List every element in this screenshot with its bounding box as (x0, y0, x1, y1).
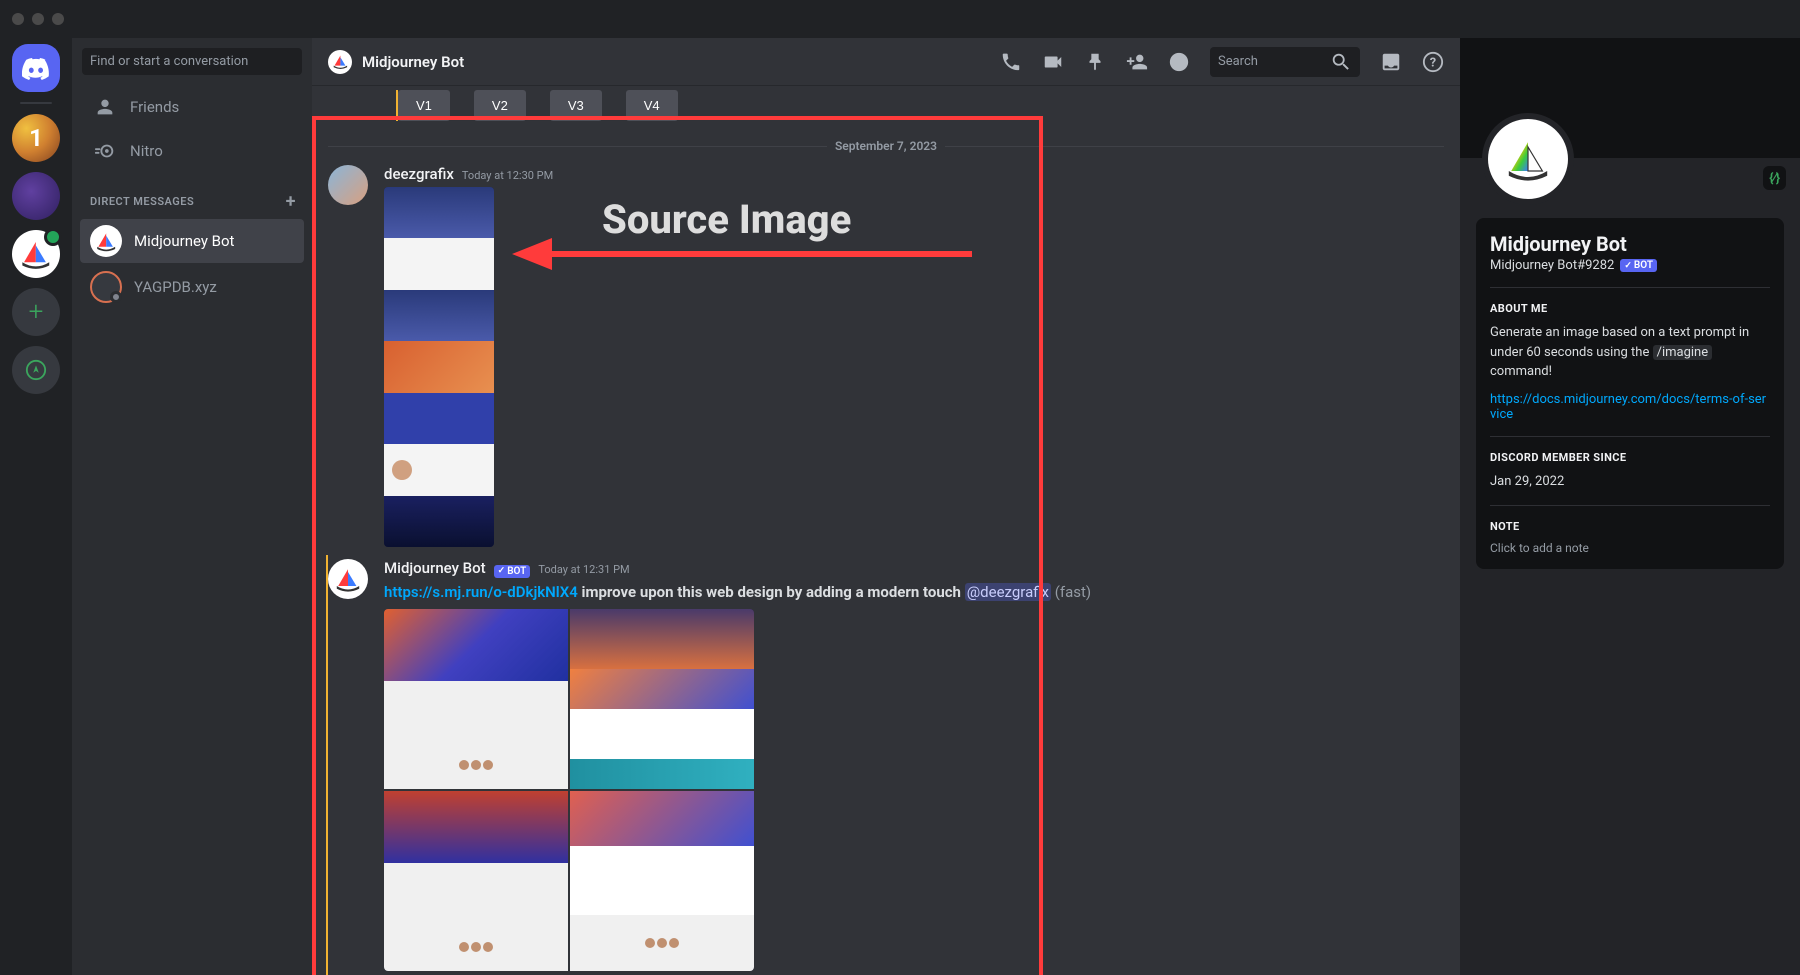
message-timestamp: Today at 12:30 PM (462, 169, 553, 182)
voice-badge-icon (44, 228, 62, 246)
svg-text:?: ? (1430, 55, 1436, 70)
message-author[interactable]: Midjourney Bot (384, 559, 486, 577)
server-item-2[interactable] (12, 172, 60, 220)
dm-item-yagpdb[interactable]: YAGPDB.xyz (80, 265, 304, 309)
dm-header-label: DIRECT MESSAGES (90, 195, 194, 208)
attachment-image[interactable] (384, 187, 494, 547)
message-mention[interactable]: @deezgrafix (965, 583, 1051, 601)
search-placeholder: Search (1218, 54, 1258, 69)
message-user: deezgrafix Today at 12:30 PM (328, 161, 1444, 555)
nitro-icon (94, 140, 116, 162)
nitro-nav[interactable]: Nitro (80, 130, 304, 172)
nav-label: Nitro (130, 142, 163, 160)
friends-nav[interactable]: Friends (80, 86, 304, 128)
dm-sidebar: Find or start a conversation Friends Nit… (72, 38, 312, 975)
profile-icon[interactable] (1168, 51, 1190, 73)
about-text: Generate an image based on a text prompt… (1490, 323, 1770, 382)
profile-badge[interactable]: {∕} (1763, 166, 1786, 190)
profile-card: Midjourney Bot Midjourney Bot#9282 BOT A… (1476, 218, 1784, 569)
server-item-3[interactable] (12, 230, 60, 278)
window-titlebar (0, 0, 1800, 38)
profile-avatar[interactable] (1482, 113, 1574, 205)
message-bold-text: improve upon this web design by adding a… (578, 583, 961, 601)
dm-label: YAGPDB.xyz (134, 278, 217, 296)
message-search-input[interactable]: Search (1210, 47, 1360, 77)
message-suffix: (fast) (1051, 583, 1091, 601)
user-avatar[interactable] (328, 165, 368, 205)
add-friend-icon[interactable] (1126, 51, 1148, 73)
nav-label: Friends (130, 98, 179, 116)
date-divider: September 7, 2023 (328, 139, 1444, 153)
status-dot-icon (110, 291, 122, 303)
video-icon[interactable] (1042, 51, 1064, 73)
call-icon[interactable] (1000, 51, 1022, 73)
compass-icon (25, 359, 47, 381)
command-chip: /imagine (1653, 345, 1713, 360)
traffic-zoom[interactable] (52, 13, 64, 25)
member-since-date: Jan 29, 2022 (1490, 472, 1770, 492)
rail-divider (20, 102, 52, 104)
help-icon[interactable]: ? (1422, 51, 1444, 73)
server-item-1[interactable]: 1 (12, 114, 60, 162)
note-input[interactable]: Click to add a note (1490, 541, 1770, 555)
dm-avatar (90, 225, 122, 257)
note-header: NOTE (1490, 520, 1770, 533)
message-link[interactable]: https://s.mj.run/o-dDkjkNlX4 (384, 583, 578, 601)
traffic-minimize[interactable] (32, 13, 44, 25)
inbox-icon[interactable] (1380, 51, 1402, 73)
profile-tag: Midjourney Bot#9282 (1490, 258, 1614, 273)
v2-button[interactable]: V2 (474, 90, 526, 121)
profile-display-name: Midjourney Bot (1490, 232, 1770, 256)
message-author[interactable]: deezgrafix (384, 165, 454, 183)
server-rail: 1 + (0, 38, 72, 975)
dm-label: Midjourney Bot (134, 232, 234, 250)
search-icon (1330, 51, 1352, 73)
message-bot: Midjourney Bot BOT Today at 12:31 PM htt… (326, 555, 1444, 975)
conversation-search-input[interactable]: Find or start a conversation (82, 48, 302, 75)
boat-icon (95, 230, 117, 252)
dm-item-midjourney[interactable]: Midjourney Bot (80, 219, 304, 263)
boat-icon (332, 53, 349, 70)
message-content: https://s.mj.run/o-dDkjkNlX4 improve upo… (384, 582, 1444, 603)
v1-button[interactable]: V1 (398, 90, 450, 121)
result-image-grid[interactable] (384, 609, 754, 971)
profile-link[interactable]: https://docs.midjourney.com/docs/terms-o… (1490, 392, 1770, 422)
server-label: 1 (29, 124, 43, 152)
chat-main: Midjourney Bot Search ? V1 V2 V3 (312, 38, 1460, 975)
chat-header: Midjourney Bot Search ? (312, 38, 1460, 86)
explore-button[interactable] (12, 346, 60, 394)
dm-avatar (90, 271, 122, 303)
v4-button[interactable]: V4 (626, 90, 678, 121)
profile-panel: {∕} Midjourney Bot Midjourney Bot#9282 B… (1460, 38, 1800, 975)
v3-button[interactable]: V3 (550, 90, 602, 121)
member-since-header: DISCORD MEMBER SINCE (1490, 451, 1770, 464)
chat-messages[interactable]: V1 V2 V3 V4 Source Image September 7, 20… (312, 86, 1460, 975)
pin-icon[interactable] (1084, 51, 1106, 73)
variation-button-row: V1 V2 V3 V4 (396, 90, 1444, 121)
add-server-button[interactable]: + (12, 288, 60, 336)
discord-logo-icon (22, 54, 50, 82)
header-avatar (328, 50, 352, 74)
boat-icon (334, 565, 362, 593)
boat-icon (1504, 135, 1552, 183)
home-button[interactable] (12, 44, 60, 92)
about-header: ABOUT ME (1490, 302, 1770, 315)
dm-header: DIRECT MESSAGES + (72, 173, 312, 218)
message-timestamp: Today at 12:31 PM (538, 563, 629, 576)
bot-avatar[interactable] (328, 559, 368, 599)
friends-icon (94, 96, 116, 118)
date-divider-label: September 7, 2023 (827, 139, 945, 153)
bot-badge: BOT (494, 565, 531, 578)
traffic-close[interactable] (12, 13, 24, 25)
bot-badge: BOT (1620, 259, 1657, 272)
chat-title: Midjourney Bot (362, 53, 464, 71)
create-dm-button[interactable]: + (286, 191, 296, 212)
